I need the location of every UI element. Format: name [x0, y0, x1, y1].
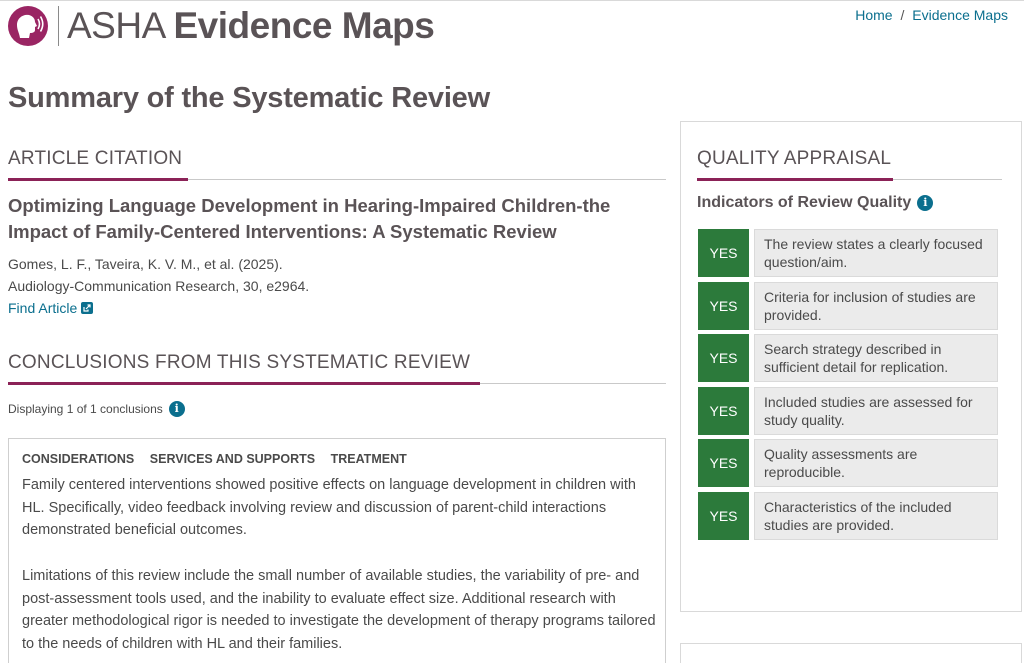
asha-profile-logo-icon — [8, 6, 48, 46]
indicator-description: Characteristics of the included studies … — [754, 492, 998, 540]
indicator-description: Quality assessments are reproducible. — [754, 439, 998, 487]
displaying-label: Displaying 1 of 1 conclusions — [8, 402, 163, 416]
asha-logo[interactable]: ASHA Evidence Maps — [8, 4, 435, 48]
tag-services-and-supports: SERVICES AND SUPPORTS — [149, 452, 316, 466]
page-title: Summary of the Systematic Review — [8, 82, 490, 114]
indicator-value-badge: YES — [698, 492, 749, 540]
indicator-description: The review states a clearly focused ques… — [754, 229, 998, 277]
article-citation-rule — [8, 178, 666, 181]
quality-appraisal-heading: QUALITY APPRAISAL — [697, 148, 892, 169]
info-icon[interactable]: i — [917, 195, 934, 211]
conclusion-card: CONSIDERATIONS SERVICES AND SUPPORTS TRE… — [8, 438, 666, 663]
article-citation-rule-accent — [8, 178, 188, 181]
breadcrumb-separator: / — [900, 7, 905, 23]
indicator-value-badge: YES — [698, 334, 749, 382]
breadcrumb-evidence-maps-link[interactable]: Evidence Maps — [912, 7, 1008, 23]
displaying-count: Displaying 1 of 1 conclusions i — [8, 401, 185, 417]
info-icon[interactable]: i — [168, 401, 185, 417]
quality-indicator-row: YES The review states a clearly focused … — [698, 229, 998, 277]
indicator-value-badge: YES — [698, 387, 749, 435]
logo-text-asha: ASHA — [67, 5, 164, 46]
quality-indicator-row: YES Criteria for inclusion of studies ar… — [698, 282, 998, 330]
indicators-heading: Indicators of Review Quality i — [697, 194, 934, 212]
citation-authors: Gomes, L. F., Taveira, K. V. M., et al. … — [8, 256, 283, 272]
logo-text-evidence-maps: Evidence Maps — [173, 5, 435, 46]
citation-journal: Audiology-Communication Research, 30, e2… — [8, 278, 310, 294]
tag-treatment: TREATMENT — [330, 452, 407, 466]
article-citation-heading: ARTICLE CITATION — [8, 148, 183, 169]
conclusions-rule — [8, 382, 666, 385]
conclusion-paragraph-1: Family centered interventions showed pos… — [22, 477, 636, 538]
breadcrumb: Home / Evidence Maps — [855, 7, 1008, 23]
indicator-description: Search strategy described in sufficient … — [754, 334, 998, 382]
logo-wordmark: ASHA Evidence Maps — [67, 4, 435, 48]
find-article-label: Find Article — [8, 300, 78, 316]
quality-indicator-row: YES Characteristics of the included stud… — [698, 492, 998, 540]
indicator-description: Criteria for inclusion of studies are pr… — [754, 282, 998, 330]
conclusions-rule-accent — [8, 382, 480, 385]
conclusion-paragraph-2: Limitations of this review include the s… — [22, 568, 656, 652]
quality-appraisal-rule-accent — [697, 178, 893, 181]
conclusions-heading: CONCLUSIONS FROM THIS SYSTEMATIC REVIEW — [8, 352, 471, 373]
quality-indicator-row: YES Included studies are assessed for st… — [698, 387, 998, 435]
quality-indicator-row: YES Search strategy described in suffici… — [698, 334, 998, 382]
quality-appraisal-rule — [697, 178, 1002, 181]
indicator-description: Included studies are assessed for study … — [754, 387, 998, 435]
quality-indicator-row: YES Quality assessments are reproducible… — [698, 439, 998, 487]
indicator-value-badge: YES — [698, 439, 749, 487]
article-title: Optimizing Language Development in Heari… — [8, 195, 611, 242]
logo-divider — [58, 6, 59, 46]
external-link-icon — [81, 302, 94, 314]
top-rule — [0, 0, 1024, 1]
conclusion-tags: CONSIDERATIONS SERVICES AND SUPPORTS TRE… — [22, 452, 419, 466]
find-article-link[interactable]: Find Article — [8, 300, 94, 316]
indicator-value-badge: YES — [698, 229, 749, 277]
indicator-value-badge: YES — [698, 282, 749, 330]
breadcrumb-home-link[interactable]: Home — [855, 7, 892, 23]
secondary-panel — [680, 643, 1022, 663]
tag-considerations: CONSIDERATIONS — [22, 452, 135, 466]
indicators-label: Indicators of Review Quality — [697, 194, 912, 211]
